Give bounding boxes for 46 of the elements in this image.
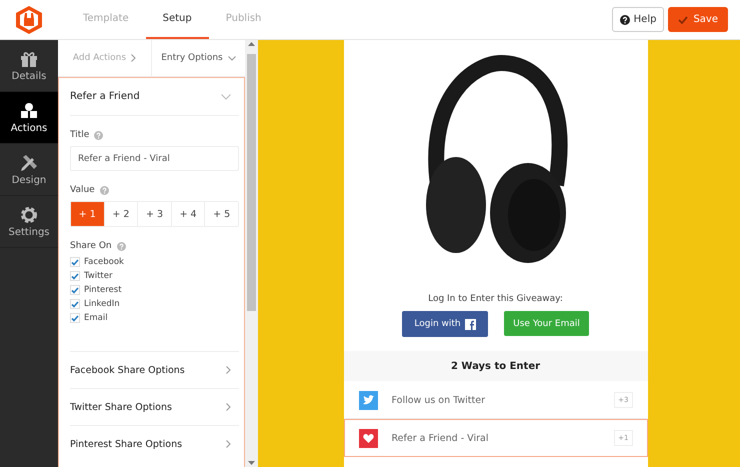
help-icon [620, 14, 630, 24]
help-icon [94, 130, 104, 140]
checkbox[interactable] [70, 299, 80, 309]
checkbox[interactable] [70, 271, 80, 281]
help-icon [116, 242, 126, 250]
checkbox[interactable] [70, 257, 80, 267]
checkbox[interactable] [70, 313, 80, 323]
bird-icon [358, 390, 378, 410]
checkbox[interactable] [70, 285, 80, 295]
checkbox-label: Pinterest [84, 285, 122, 295]
help-icon [100, 186, 109, 194]
ways-heading: 2 Ways to Enter [344, 351, 648, 381]
pencil-ruler-icon [20, 154, 38, 172]
facebook-icon [464, 318, 476, 330]
facebook-login-button[interactable]: Login with [402, 311, 488, 337]
checkbox-label: Twitter [84, 271, 112, 281]
checkbox-label: Email [84, 313, 108, 323]
settings-icon [20, 206, 38, 224]
chevron-right-icon [226, 403, 231, 411]
chevron-right-icon [226, 366, 231, 374]
value-option[interactable]: + 1 [71, 202, 104, 226]
sidebar-item[interactable]: Actions [0, 92, 58, 144]
scroll-up-icon[interactable] [248, 42, 255, 46]
collapsed-section[interactable]: Twitter Share Options [70, 388, 239, 425]
scrollbar-thumb[interactable] [247, 54, 256, 311]
field-label: Value [70, 185, 95, 195]
collapsed-section[interactable]: Facebook Share Options [70, 351, 239, 388]
collapsed-section[interactable]: Pinterest Share Options [70, 425, 239, 462]
shapes-icon [20, 102, 38, 120]
check-icon [678, 16, 688, 24]
chevron-down-icon [228, 56, 236, 60]
login-prompt: Log In to Enter this Giveaway: [428, 294, 563, 304]
scroll-down-icon[interactable] [248, 461, 255, 465]
field-label: Share On [70, 241, 112, 251]
chevron-right-icon [226, 440, 231, 448]
gift-icon [20, 50, 38, 68]
field-label: Title [70, 130, 90, 140]
title-field[interactable]: Refer a Friend - Viral [70, 146, 239, 171]
help-button[interactable]: Help [612, 7, 664, 32]
save-button[interactable]: Save [668, 7, 728, 32]
action-title: Refer a Friend [70, 91, 140, 102]
checkbox-label: Facebook [84, 257, 124, 267]
panel-tab[interactable]: Entry Options [151, 40, 245, 77]
value-option[interactable]: + 5 [204, 202, 238, 226]
chevron-right-icon [131, 54, 136, 62]
checkbox-label: LinkedIn [84, 299, 120, 309]
